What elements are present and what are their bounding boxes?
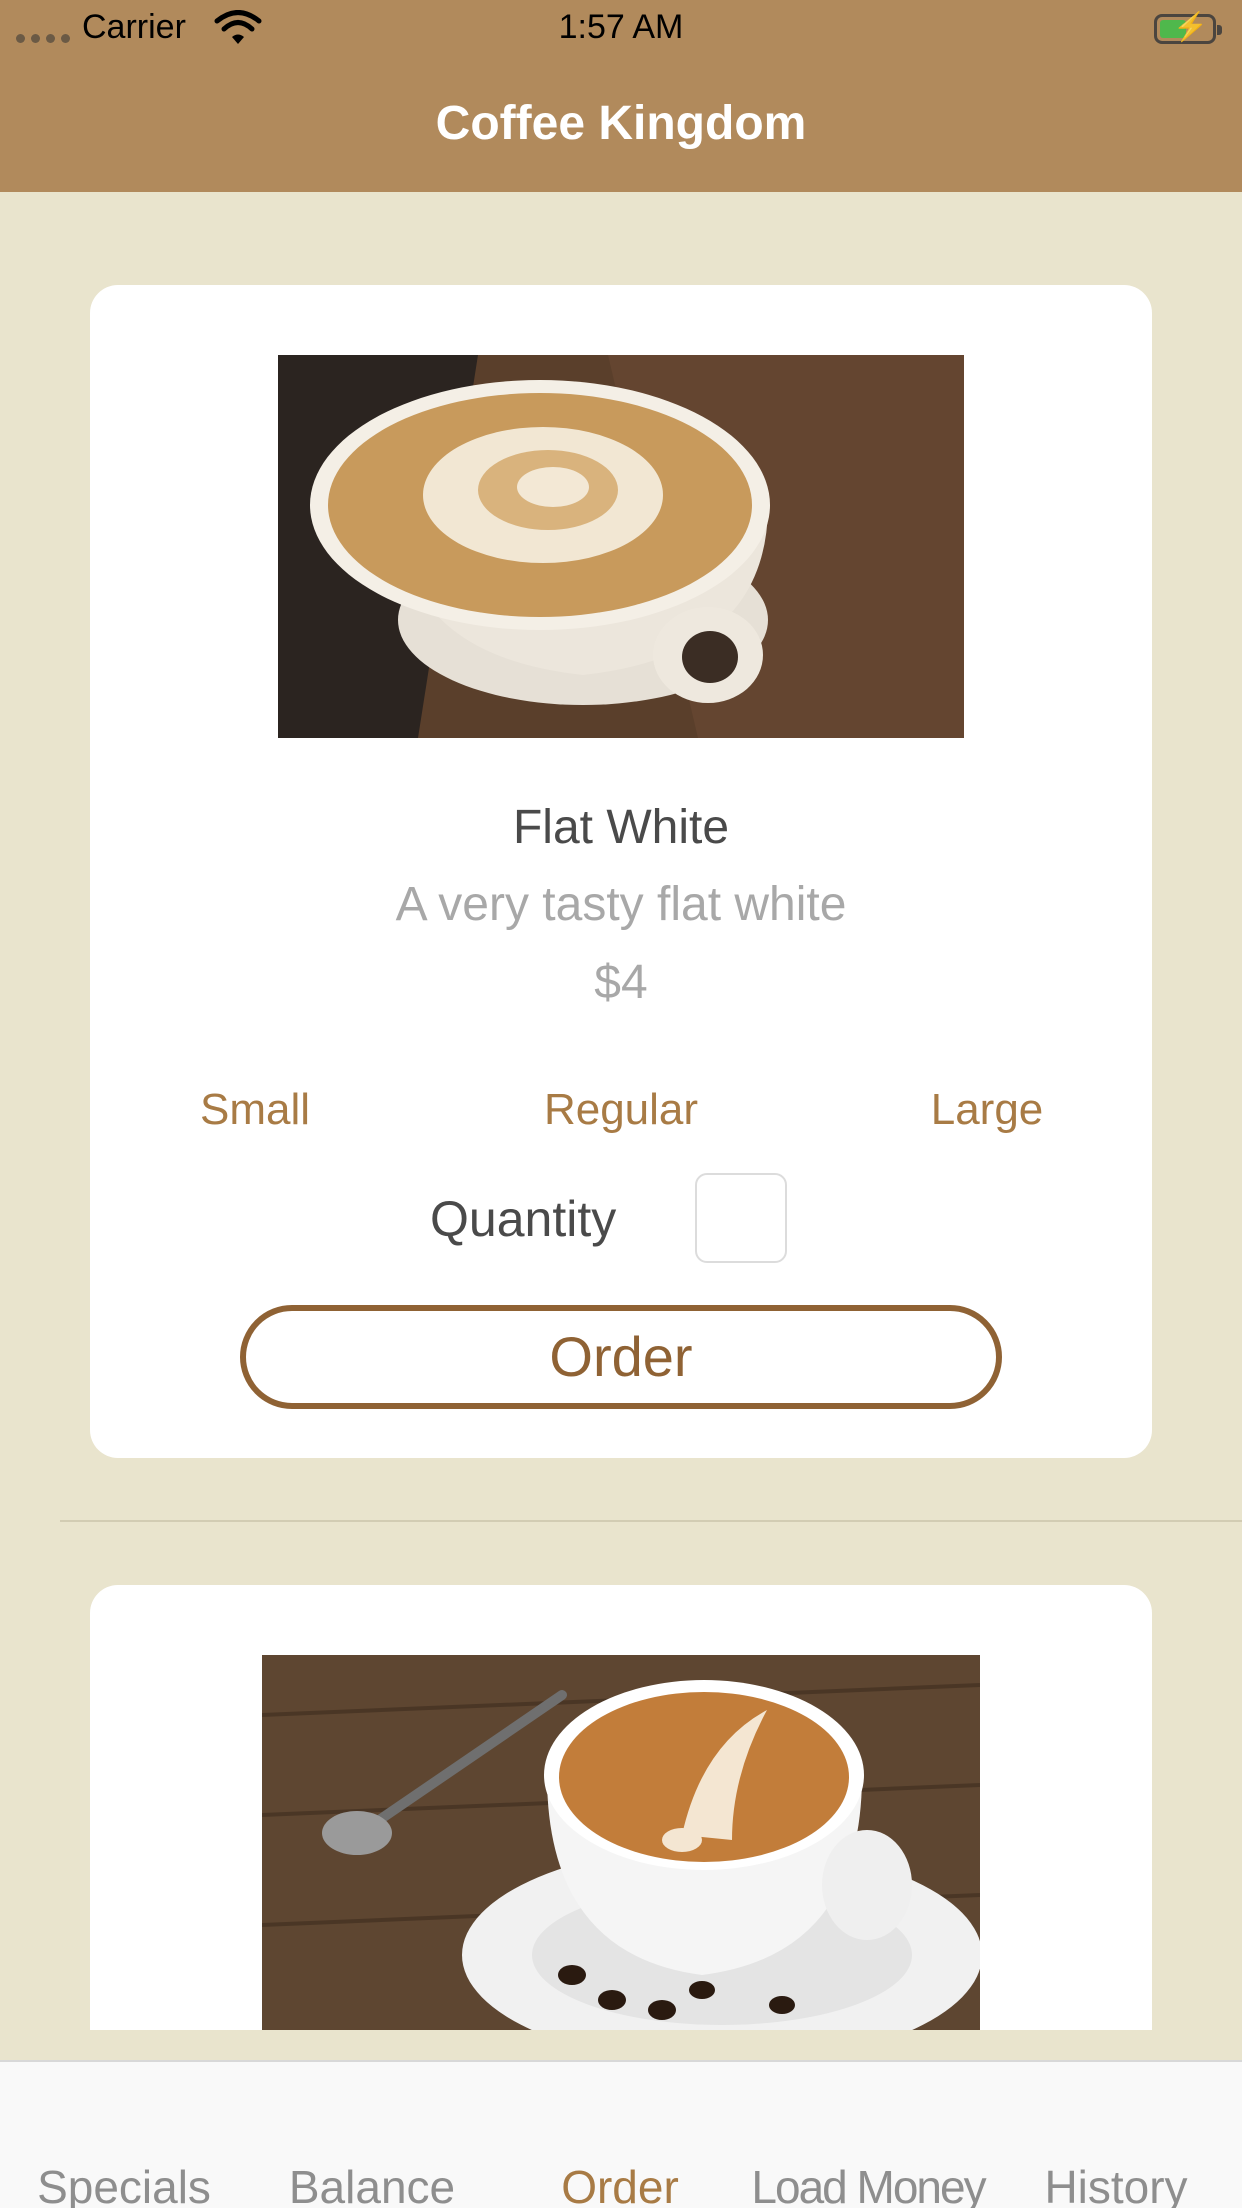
order-button[interactable]: Order [240, 1305, 1002, 1409]
tab-balance[interactable]: Balance [248, 2160, 496, 2208]
size-small-button[interactable]: Small [145, 1085, 365, 1135]
product-name: Flat White [512, 801, 730, 854]
tab-load-money[interactable]: Load Money [744, 2160, 992, 2208]
tab-history[interactable]: History [992, 2160, 1240, 2208]
product-price: $4 [594, 956, 648, 1009]
nav-header: Carrier 1:57 AM ⚡ Coffee Kingdom [0, 0, 1242, 192]
page-title: Coffee Kingdom [435, 97, 807, 150]
latte-art-photo [262, 1655, 980, 2030]
size-large-button[interactable]: Large [877, 1085, 1097, 1135]
status-bar: Carrier 1:57 AM ⚡ [0, 0, 1242, 60]
tab-bar: Specials Balance Order Load Money Histor… [0, 2060, 1242, 2208]
battery-charging-icon: ⚡ [1154, 13, 1222, 44]
tab-specials[interactable]: Specials [0, 2160, 248, 2208]
tab-order[interactable]: Order [496, 2160, 744, 2208]
product-card: Flat White A very tasty flat white $4 Sm… [90, 285, 1152, 1458]
quantity-label: Quantity [430, 1191, 617, 1247]
product-description: A very tasty flat white [395, 878, 847, 931]
quantity-input[interactable] [695, 1173, 787, 1263]
status-time: 1:57 AM [558, 8, 684, 46]
product-card [90, 1585, 1152, 2030]
flat-white-photo [278, 355, 964, 738]
size-regular-button[interactable]: Regular [511, 1085, 731, 1135]
list-divider [60, 1520, 1242, 1522]
